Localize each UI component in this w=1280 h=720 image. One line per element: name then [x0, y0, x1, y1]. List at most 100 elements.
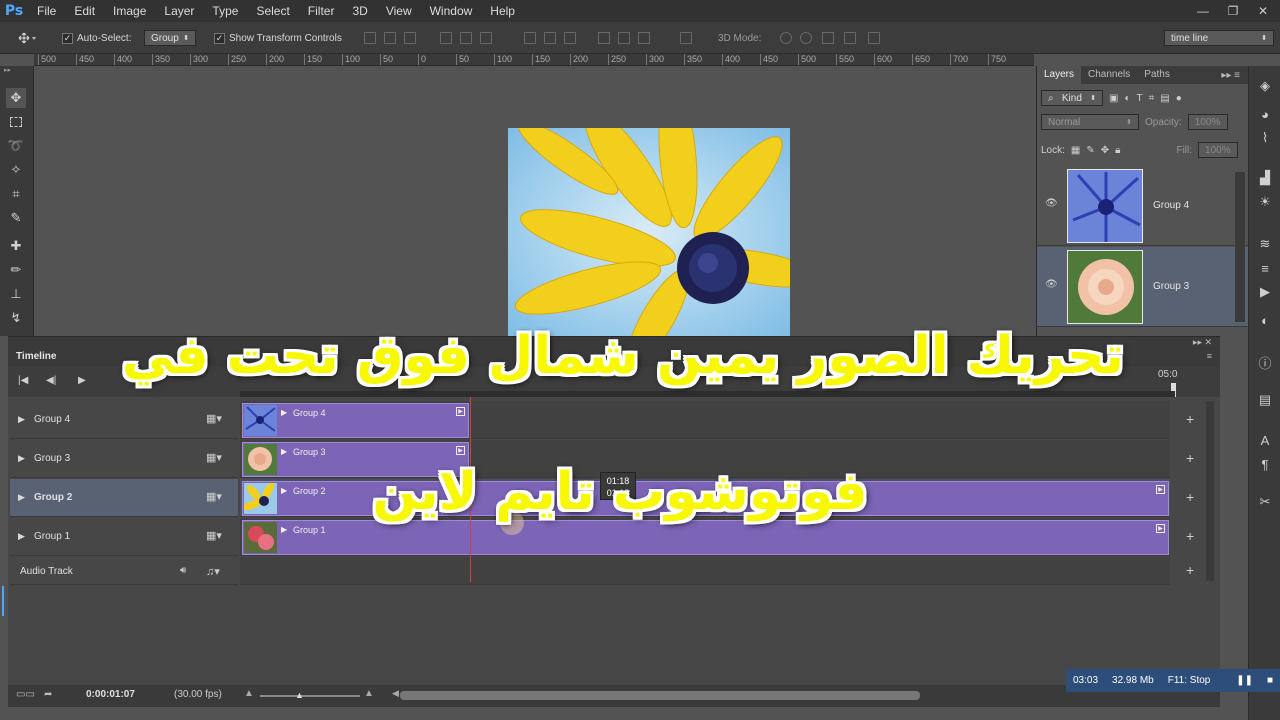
- align-right-icon[interactable]: [480, 32, 492, 44]
- paths-panel-icon[interactable]: ⌇: [1257, 130, 1273, 146]
- filter-adjustment-icon[interactable]: ◐: [1124, 93, 1130, 104]
- distribute-left-icon[interactable]: [598, 32, 610, 44]
- clip-expand-icon[interactable]: ▶: [281, 447, 287, 456]
- distribute-top-icon[interactable]: [524, 32, 536, 44]
- auto-select-checkbox[interactable]: ✓ Auto-Select:: [62, 30, 131, 46]
- filmstrip-menu-icon[interactable]: ▦▾: [206, 451, 222, 464]
- close-window-button[interactable]: ✕: [1250, 2, 1276, 20]
- auto-align-icon[interactable]: [680, 32, 692, 44]
- lock-pixels-icon[interactable]: ✎: [1086, 145, 1094, 156]
- brush-tool-icon[interactable]: ✏: [6, 260, 26, 280]
- color-panel-icon[interactable]: ◕: [1257, 106, 1273, 122]
- layers-scrollbar[interactable]: [1235, 172, 1245, 322]
- tool-presets-icon[interactable]: ✂: [1257, 494, 1273, 510]
- zoom-slider-thumb[interactable]: ▲: [295, 690, 304, 700]
- expand-arrow-icon[interactable]: ▶: [18, 492, 25, 503]
- track-header[interactable]: ▶ Group 4 ▦▾: [10, 401, 238, 439]
- brightness-icon[interactable]: ☀: [1257, 194, 1273, 210]
- clip-expand-icon[interactable]: ▶: [281, 408, 287, 417]
- zoom-out-icon[interactable]: ▲: [244, 688, 254, 699]
- lasso-tool-icon[interactable]: ➰: [6, 136, 26, 156]
- filmstrip-menu-icon[interactable]: ▦▾: [206, 490, 222, 503]
- history-brush-tool-icon[interactable]: ↯: [6, 308, 26, 328]
- tab-layers[interactable]: Layers: [1037, 66, 1082, 84]
- play-icon[interactable]: ▶: [78, 375, 86, 386]
- add-media-plus-icon[interactable]: +: [1186, 450, 1194, 466]
- minimize-button[interactable]: —: [1190, 2, 1216, 20]
- character-icon[interactable]: A: [1257, 432, 1273, 448]
- first-frame-icon[interactable]: |◀: [18, 375, 28, 386]
- clip-transition-icon[interactable]: ▶: [456, 446, 465, 455]
- roll-3d-icon[interactable]: [800, 32, 812, 44]
- opacity-field[interactable]: 100%: [1187, 114, 1228, 130]
- sliders-icon[interactable]: ≡: [1257, 260, 1273, 276]
- collapse-close-icon[interactable]: ▸▸ ✕: [1193, 337, 1212, 348]
- clip-transition-icon[interactable]: ▶: [456, 407, 465, 416]
- zoom-slider-track[interactable]: [260, 695, 360, 697]
- render-video-icon[interactable]: ➦: [44, 689, 52, 700]
- document-image-yellow-daisy[interactable]: [508, 128, 790, 336]
- filter-pixel-icon[interactable]: ▣: [1109, 93, 1118, 104]
- filter-toggle-icon[interactable]: ●: [1176, 93, 1182, 104]
- filmstrip-menu-icon[interactable]: ▦▾: [206, 412, 222, 425]
- expand-arrow-icon[interactable]: ▶: [18, 453, 25, 464]
- kind-dropdown[interactable]: ⌕ Kind ⬍: [1041, 90, 1103, 106]
- clip-group-4[interactable]: ▶ Group 4 ▶: [242, 403, 469, 438]
- auto-select-dropdown[interactable]: Group ⬍: [144, 30, 196, 46]
- restore-button[interactable]: ❐: [1220, 2, 1246, 20]
- clone-stamp-tool-icon[interactable]: ⊥: [6, 284, 26, 304]
- marquee-tool-icon[interactable]: [6, 112, 26, 132]
- align-bottom-icon[interactable]: [404, 32, 416, 44]
- align-top-icon[interactable]: [364, 32, 376, 44]
- music-note-menu-icon[interactable]: ♫▾: [206, 565, 220, 578]
- scale-3d-icon[interactable]: [868, 32, 880, 44]
- eyedropper-tool-icon[interactable]: ✎: [6, 208, 26, 228]
- add-audio-plus-icon[interactable]: +: [1186, 562, 1194, 578]
- timeline-hscrollbar-thumb[interactable]: [400, 691, 920, 700]
- track-header[interactable]: ▶ Group 1 ▦▾: [10, 518, 238, 556]
- menu-filter[interactable]: Filter: [299, 0, 344, 22]
- menu-layer[interactable]: Layer: [155, 0, 203, 22]
- timeline-menu-icon[interactable]: ≡: [1207, 351, 1212, 361]
- timeline-scrollbar[interactable]: [1206, 401, 1214, 581]
- clip-expand-icon[interactable]: ▶: [281, 525, 287, 534]
- distribute-right-icon[interactable]: [638, 32, 650, 44]
- filmstrip-menu-icon[interactable]: ▦▾: [206, 529, 222, 542]
- scroll-left-arrow-icon[interactable]: ◀: [392, 688, 399, 699]
- play-actions-icon[interactable]: ▶: [1257, 284, 1273, 300]
- convert-frame-animation-icon[interactable]: ▭▭: [16, 689, 35, 700]
- time-ruler[interactable]: [240, 391, 1175, 397]
- expand-arrow-icon[interactable]: ▶: [18, 414, 25, 425]
- rotate-3d-icon[interactable]: [780, 32, 792, 44]
- add-media-plus-icon[interactable]: +: [1186, 411, 1194, 427]
- lock-position-icon[interactable]: ✥: [1101, 145, 1109, 156]
- menu-file[interactable]: File: [28, 0, 65, 22]
- menu-help[interactable]: Help: [481, 0, 524, 22]
- navigator-icon[interactable]: ◐: [1257, 312, 1273, 328]
- document-canvas[interactable]: [34, 66, 1034, 336]
- align-hcenter-icon[interactable]: [460, 32, 472, 44]
- expand-arrow-icon[interactable]: ▶: [18, 531, 25, 542]
- clip-transition-icon[interactable]: ▶: [1156, 485, 1165, 494]
- layers-panel-icon[interactable]: ◈: [1257, 78, 1273, 94]
- stop-icon[interactable]: ■: [1260, 675, 1280, 686]
- zoom-in-icon[interactable]: ▲: [364, 688, 374, 699]
- clip-transition-icon[interactable]: ▶: [1156, 524, 1165, 533]
- workspace-dropdown[interactable]: time line ⬍: [1164, 30, 1274, 46]
- menu-image[interactable]: Image: [104, 0, 155, 22]
- info-icon[interactable]: ⓘ: [1257, 354, 1273, 371]
- healing-brush-tool-icon[interactable]: ✚: [6, 236, 26, 256]
- menu-window[interactable]: Window: [421, 0, 482, 22]
- add-media-plus-icon[interactable]: +: [1186, 489, 1194, 505]
- filter-type-icon[interactable]: T: [1137, 93, 1143, 104]
- lock-transparency-icon[interactable]: ▦: [1071, 145, 1080, 156]
- histogram-icon[interactable]: ▟: [1257, 170, 1273, 186]
- tab-paths[interactable]: Paths: [1137, 66, 1177, 84]
- distribute-hcenter-icon[interactable]: [618, 32, 630, 44]
- current-time-display[interactable]: 0:00:01:07: [86, 689, 135, 700]
- move-tool-preset-icon[interactable]: [16, 30, 38, 46]
- menu-type[interactable]: Type: [203, 0, 247, 22]
- tab-channels[interactable]: Channels: [1081, 66, 1137, 84]
- notes-icon[interactable]: ▤: [1257, 392, 1273, 408]
- track-lane[interactable]: ▶ Group 1 ▶: [240, 518, 1170, 556]
